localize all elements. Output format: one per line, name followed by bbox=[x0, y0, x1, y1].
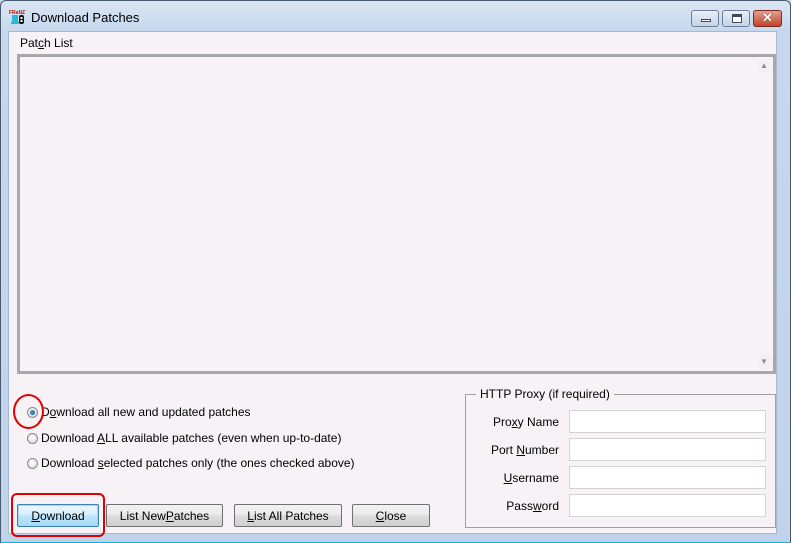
download-option-new[interactable]: Download all new and updated patches bbox=[27, 403, 251, 421]
scroll-up-arrow-icon[interactable]: ▲ bbox=[758, 59, 770, 73]
download-patches-window: FRaNZ Download Patches ✕ Patch List ▲ ▼ … bbox=[0, 0, 791, 543]
maximize-icon bbox=[732, 14, 742, 23]
username-input[interactable] bbox=[569, 466, 766, 489]
http-proxy-legend: HTTP Proxy (if required) bbox=[476, 387, 614, 401]
minimize-button[interactable] bbox=[691, 10, 719, 27]
proxy-name-input[interactable] bbox=[569, 410, 766, 433]
proxy-name-label: Proxy Name bbox=[492, 415, 559, 429]
list-all-patches-button[interactable]: List All Patches bbox=[234, 504, 342, 527]
close-window-button[interactable]: ✕ bbox=[753, 10, 782, 27]
close-icon: ✕ bbox=[762, 10, 773, 25]
franz-app-icon: FRaNZ bbox=[9, 10, 25, 24]
download-option-all-radio[interactable] bbox=[27, 432, 38, 444]
patch-list[interactable]: ▲ ▼ bbox=[17, 54, 776, 374]
scroll-down-arrow-icon[interactable]: ▼ bbox=[758, 355, 770, 369]
port-number-label: Port Number bbox=[490, 443, 559, 457]
password-input[interactable] bbox=[569, 494, 766, 517]
dialog-client-area: Patch List ▲ ▼ Download all new and upda… bbox=[8, 31, 777, 537]
download-option-selected[interactable]: Download selected patches only (the ones… bbox=[27, 454, 355, 472]
list-new-patches-button[interactable]: List New Patches bbox=[106, 504, 223, 527]
username-label: Username bbox=[503, 471, 559, 485]
window-title: Download Patches bbox=[31, 10, 140, 25]
download-option-selected-label: Download selected patches only (the ones… bbox=[41, 456, 355, 470]
download-button[interactable]: Download bbox=[17, 504, 99, 527]
download-option-all-label: Download ALL available patches (even whe… bbox=[41, 431, 342, 445]
download-option-selected-radio[interactable] bbox=[27, 457, 38, 469]
minimize-icon bbox=[701, 19, 711, 22]
download-option-all[interactable]: Download ALL available patches (even whe… bbox=[27, 429, 341, 447]
password-label: Password bbox=[506, 499, 559, 513]
download-option-new-radio[interactable] bbox=[27, 406, 38, 418]
download-option-new-label: Download all new and updated patches bbox=[41, 405, 251, 419]
maximize-button[interactable] bbox=[722, 10, 750, 27]
close-button[interactable]: Close bbox=[352, 504, 430, 527]
patch-list-label: Patch List bbox=[20, 36, 73, 50]
title-bar[interactable]: FRaNZ Download Patches ✕ bbox=[1, 1, 790, 31]
port-number-input[interactable] bbox=[569, 438, 766, 461]
http-proxy-group: HTTP Proxy (if required) Proxy Name Port… bbox=[465, 387, 776, 528]
